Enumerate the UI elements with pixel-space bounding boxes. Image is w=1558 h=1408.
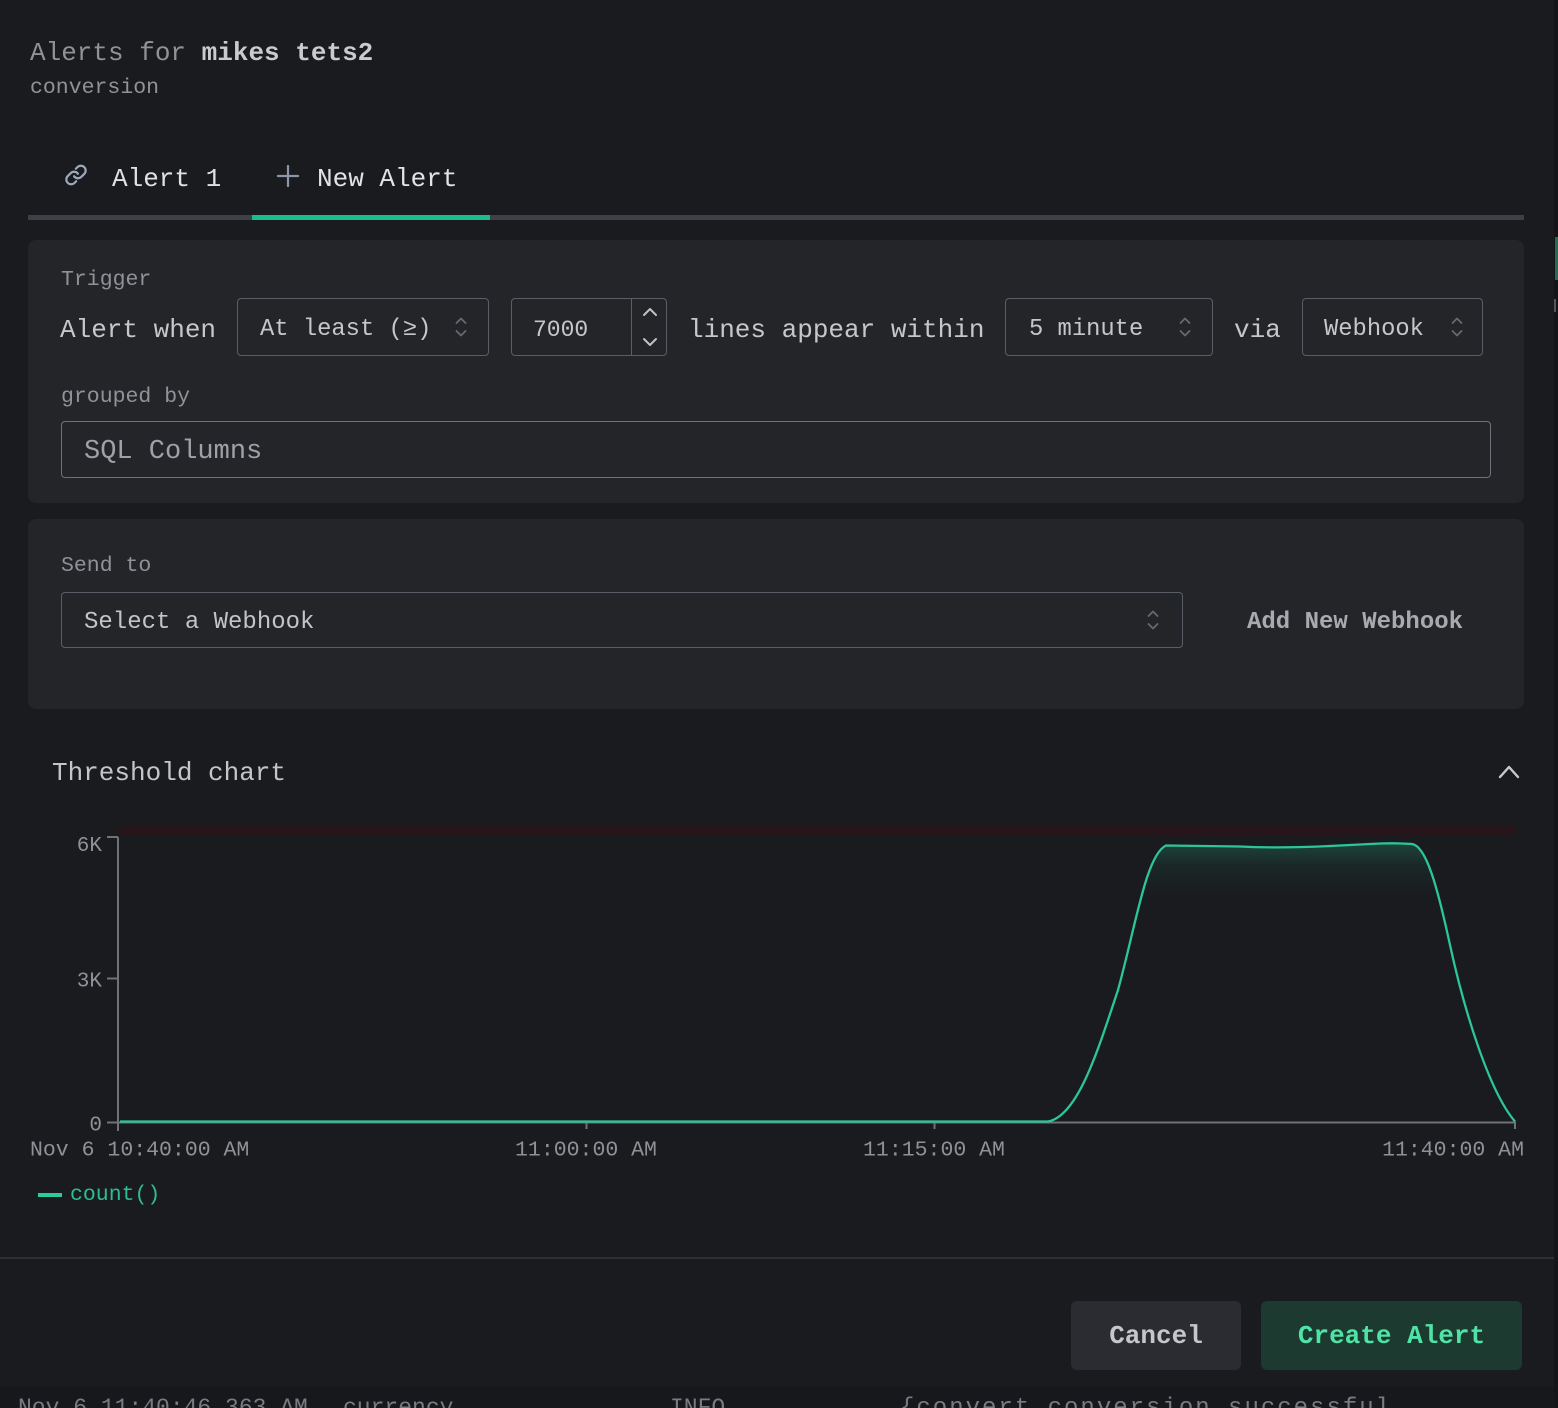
svg-text:Nov 6 10:40:00 AM: Nov 6 10:40:00 AM	[30, 1139, 249, 1163]
svg-text:11:15:00 AM: 11:15:00 AM	[863, 1139, 1005, 1163]
svg-text:6K: 6K	[77, 835, 103, 858]
svg-text:0: 0	[89, 1115, 102, 1138]
svg-text:3K: 3K	[77, 971, 103, 994]
svg-text:11:40:00 AM: 11:40:00 AM	[1382, 1139, 1524, 1163]
svg-text:11:00:00 AM: 11:00:00 AM	[515, 1139, 657, 1163]
